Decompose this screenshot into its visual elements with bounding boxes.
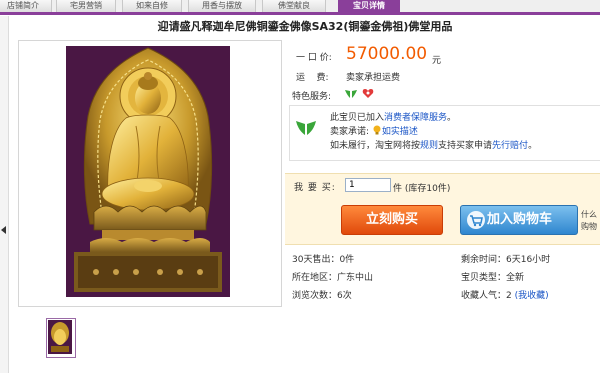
- seller-promise-label: 卖家承诺:: [330, 127, 370, 137]
- quantity-input[interactable]: [345, 178, 391, 192]
- my-favorites-link[interactable]: (我收藏): [515, 291, 549, 301]
- tab-self-cultivation[interactable]: 如来自修: [122, 0, 182, 12]
- side-note-text: 什么 购物: [581, 210, 597, 231]
- tab-incense[interactable]: 用香与摆放: [188, 0, 256, 12]
- tab-marketing[interactable]: 宅男营销: [56, 0, 116, 12]
- guarantee-rule-text-2: 支持买家申请: [438, 141, 493, 151]
- guarantee-punct: 。: [447, 113, 457, 123]
- price-label: 一 口 价:: [296, 53, 332, 63]
- accurate-description-link[interactable]: 如实描述: [382, 127, 418, 137]
- guarantee-punct-2: 。: [528, 141, 538, 151]
- guarantee-line-2: 卖家承诺: 如实描述: [330, 124, 418, 137]
- guarantee-line-3: 如未履行，淘宝网将按规则支持买家申请先行赔付。: [330, 138, 537, 151]
- scroll-left-arrow-icon[interactable]: [1, 226, 6, 234]
- quantity-stock: 件 (库存10件): [393, 184, 451, 194]
- location: 所在地区：广东中山: [292, 273, 374, 283]
- favorites-count: 收藏人气：2: [461, 291, 512, 301]
- guarantee-line-1: 此宝贝已加入消费者保障服务。: [330, 110, 456, 123]
- tab-shrine[interactable]: 佛堂献良: [262, 0, 326, 12]
- price-value: 57000.00: [346, 44, 428, 64]
- favorites: 收藏人气：2 (我收藏): [461, 288, 549, 301]
- guarantee-text: 此宝贝已加入: [330, 113, 385, 123]
- page-title: 迎请盛凡释迦牟尼佛铜鎏金佛像SA32(铜鎏金佛祖)佛堂用品: [157, 20, 453, 33]
- time-remaining: 剩余时间：6天16小时: [461, 255, 551, 265]
- tab-item-details[interactable]: 宝贝详情: [338, 0, 400, 12]
- tab-store-intro[interactable]: 店铺简介: [0, 0, 52, 12]
- lightbulb-icon: [373, 125, 381, 135]
- cart-icon: [467, 211, 485, 229]
- item-type: 宝贝类型：全新: [461, 273, 525, 283]
- left-scroll-edge[interactable]: [0, 16, 9, 373]
- consumer-protection-link[interactable]: 消费者保障服务: [384, 113, 447, 123]
- buy-now-button[interactable]: 立刻购买: [341, 205, 443, 235]
- buddha-statue-image[interactable]: [66, 46, 230, 297]
- tab-bar: 店铺简介 宅男营销 如来自修 用香与摆放 佛堂献良 宝贝详情: [0, 0, 600, 15]
- advance-compensation-link[interactable]: 先行赔付: [492, 141, 528, 151]
- sold-30-days: 30天售出：0件: [292, 255, 355, 265]
- guarantee-rule-text: 如未履行，淘宝网将按: [330, 141, 421, 151]
- rules-link[interactable]: 规则: [420, 141, 438, 151]
- heart-badge-icon[interactable]: [362, 88, 374, 99]
- price-unit: 元: [432, 56, 442, 66]
- view-count: 浏览次数：6次: [292, 291, 352, 301]
- consumer-protection-icon[interactable]: [344, 87, 358, 99]
- guarantee-hands-icon: [296, 121, 316, 135]
- service-label: 特色服务:: [292, 92, 332, 102]
- quantity-label: 我 要 买:: [294, 183, 336, 193]
- shipping-value: 卖家承担运费: [346, 73, 401, 83]
- shipping-label: 运 费:: [296, 73, 329, 83]
- thumbnail-image[interactable]: [48, 320, 72, 354]
